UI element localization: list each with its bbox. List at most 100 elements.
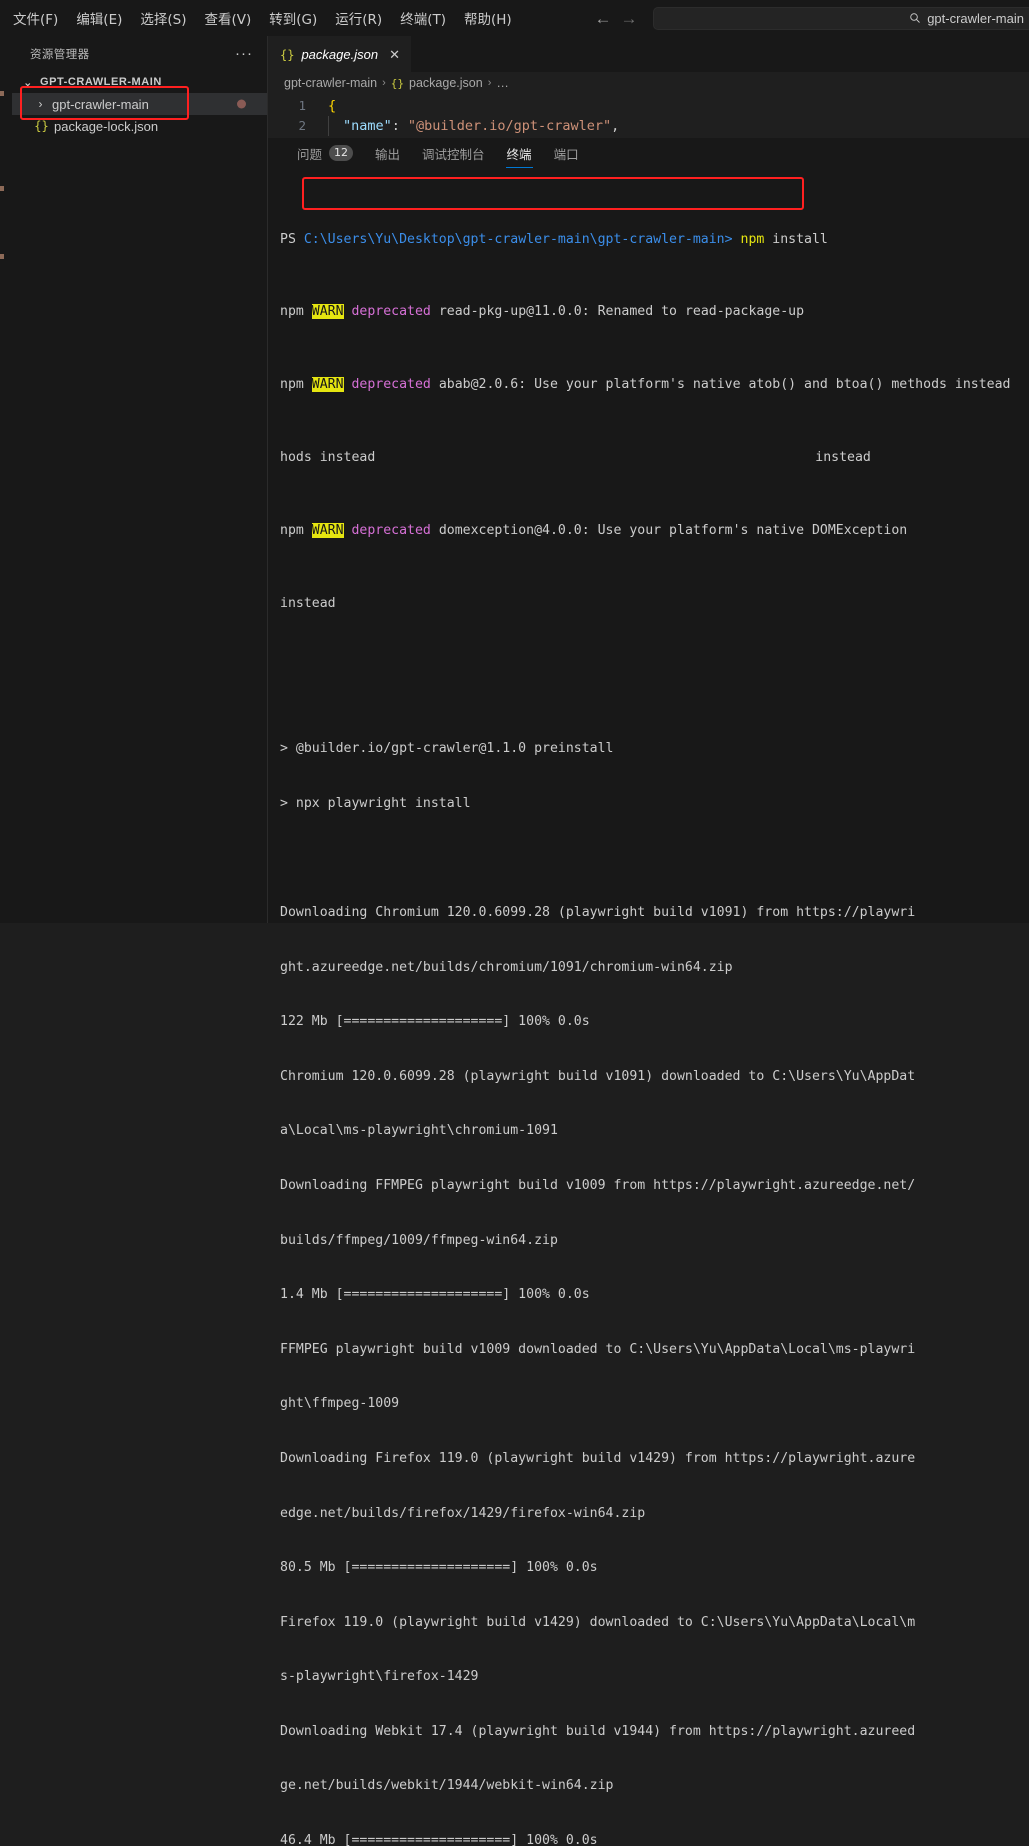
search-icon bbox=[910, 13, 921, 23]
menu-file[interactable]: 文件(F) bbox=[4, 5, 67, 31]
close-icon[interactable]: ✕ bbox=[389, 48, 400, 61]
tab-label: 端口 bbox=[553, 146, 579, 162]
menu-go[interactable]: 转到(G) bbox=[260, 5, 326, 31]
breadcrumb-more[interactable]: … bbox=[496, 76, 509, 90]
code-line: 2 "name" : "@builder.io/gpt-crawler" , bbox=[268, 116, 1029, 136]
terminal-command-line: PS C:\Users\Yu\Desktop\gpt-crawler-main\… bbox=[280, 231, 1029, 249]
menu-selection[interactable]: 选择(S) bbox=[131, 5, 195, 31]
warn-badge: WARN bbox=[311, 522, 344, 538]
menu-edit[interactable]: 编辑(E) bbox=[67, 5, 131, 31]
code-colon: : bbox=[391, 118, 400, 134]
terminal-line: ght\ffmpeg-1009 bbox=[280, 1396, 400, 1412]
code-value: "@builder.io/gpt-crawler" bbox=[407, 118, 612, 134]
terminal-line: > @builder.io/gpt-crawler@1.1.0 preinsta… bbox=[280, 741, 614, 757]
wrap-trailing-text: instead bbox=[815, 450, 871, 465]
tab-package-json[interactable]: {} package.json ✕ bbox=[268, 36, 411, 72]
tab-problems[interactable]: 问题 12 bbox=[286, 138, 364, 168]
terminal-line: builds/ffmpeg/1009/ffmpeg-win64.zip bbox=[280, 1232, 558, 1248]
wrap-text: instead bbox=[280, 595, 336, 611]
problems-count-badge: 12 bbox=[329, 145, 354, 161]
forward-arrow-icon[interactable]: → bbox=[616, 5, 642, 31]
npm-prefix: npm bbox=[280, 377, 312, 393]
back-arrow-icon[interactable]: ← bbox=[590, 5, 616, 31]
explorer-header: 资源管理器 ··· bbox=[12, 36, 267, 71]
activity-marker bbox=[0, 186, 4, 191]
tab-label: package.json bbox=[301, 47, 379, 62]
explorer-root-folder[interactable]: ⌄ GPT-CRAWLER-MAIN bbox=[12, 71, 267, 93]
activity-bar[interactable] bbox=[0, 36, 12, 923]
tab-ports[interactable]: 端口 bbox=[543, 138, 590, 168]
menu-terminal[interactable]: 终端(T) bbox=[391, 5, 455, 31]
prompt-path: C:\Users\Yu\Desktop\gpt-crawler-main\gpt… bbox=[303, 231, 741, 247]
terminal-output[interactable]: PS C:\Users\Yu\Desktop\gpt-crawler-main\… bbox=[268, 172, 1029, 1846]
code-line: 1 { bbox=[268, 96, 1029, 116]
terminal-line: > npx playwright install bbox=[280, 795, 471, 811]
terminal-line: ge.net/builds/webkit/1944/webkit-win64.z… bbox=[280, 1778, 614, 1794]
terminal-line: 1.4 Mb [====================] 100% 0.0s bbox=[280, 1287, 590, 1303]
breadcrumb-file[interactable]: package.json bbox=[409, 76, 483, 90]
terminal-line: Downloading FFMPEG playwright build v100… bbox=[280, 1177, 916, 1193]
bottom-panel: 问题 12 输出 调试控制台 终端 端口 PS C:\Users\Yu\Desk… bbox=[268, 138, 1029, 1846]
tab-label: 调试控制台 bbox=[422, 146, 485, 162]
breadcrumb-folder[interactable]: gpt-crawler-main bbox=[284, 76, 377, 90]
warn-badge: WARN bbox=[311, 304, 344, 320]
line-number: 1 bbox=[298, 98, 306, 113]
tab-bar-empty-space bbox=[410, 36, 1029, 72]
terminal-wrap-line: hods instead instead bbox=[280, 449, 1029, 467]
title-center-group: ← → gpt-crawler-main bbox=[590, 0, 1029, 36]
menu-view[interactable]: 查看(V) bbox=[196, 5, 261, 31]
code-key: "name" bbox=[343, 118, 392, 134]
tab-output[interactable]: 输出 bbox=[364, 138, 411, 168]
code-text: { bbox=[328, 98, 337, 114]
activity-marker bbox=[0, 254, 4, 259]
npm-prefix: npm bbox=[280, 304, 312, 320]
command-arg: install bbox=[764, 231, 828, 247]
terminal-warn-line: npm WARN deprecated abab@2.0.6: Use your… bbox=[280, 376, 1029, 394]
chevron-right-icon: › bbox=[38, 97, 43, 111]
panel-tab-bar: 问题 12 输出 调试控制台 终端 端口 bbox=[268, 138, 1029, 168]
wrap-text: hods instead bbox=[280, 450, 376, 465]
tab-label: 问题 bbox=[297, 146, 323, 162]
terminal-line: 80.5 Mb [====================] 100% 0.0s bbox=[280, 1560, 598, 1576]
terminal-line: edge.net/builds/firefox/1429/firefox-win… bbox=[280, 1505, 646, 1521]
root-folder-label: GPT-CRAWLER-MAIN bbox=[40, 76, 162, 88]
explorer-sidebar: 资源管理器 ··· ⌄ GPT-CRAWLER-MAIN › gpt-crawl… bbox=[12, 36, 268, 923]
command-center-search[interactable]: gpt-crawler-main bbox=[653, 6, 1029, 30]
terminal-line: ght.azureedge.net/builds/chromium/1091/c… bbox=[280, 959, 733, 975]
terminal-wrap-line: instead bbox=[280, 595, 1029, 613]
terminal-line: Firefox 119.0 (playwright build v1429) d… bbox=[280, 1614, 916, 1630]
tab-label: 输出 bbox=[375, 146, 401, 162]
tab-label: 终端 bbox=[506, 146, 532, 162]
terminal-warn-line: npm WARN deprecated read-pkg-up@11.0.0: … bbox=[280, 303, 1029, 321]
vscode-window: 文件(F) 编辑(E) 选择(S) 查看(V) 转到(G) 运行(R) 终端(T… bbox=[0, 0, 1029, 1846]
sidebar-item-package-lock-json[interactable]: {} package-lock.json bbox=[12, 115, 267, 137]
modified-indicator-dot bbox=[237, 99, 246, 109]
menu-help[interactable]: 帮助(H) bbox=[455, 5, 521, 31]
more-actions-icon[interactable]: ··· bbox=[235, 46, 253, 61]
terminal-line: s-playwright\firefox-1429 bbox=[280, 1669, 479, 1685]
terminal-line: 46.4 Mb [====================] 100% 0.0s bbox=[280, 1833, 598, 1846]
npm-prefix: npm bbox=[280, 522, 312, 538]
tab-terminal[interactable]: 终端 bbox=[496, 138, 543, 168]
sidebar-item-label: package-lock.json bbox=[54, 118, 159, 134]
chevron-down-icon: ⌄ bbox=[23, 76, 33, 89]
terminal-line: Downloading Webkit 17.4 (playwright buil… bbox=[280, 1723, 916, 1739]
warn-message: read-pkg-up@11.0.0: Renamed to read-pack… bbox=[438, 304, 805, 320]
activity-marker bbox=[0, 91, 4, 96]
menu-run[interactable]: 运行(R) bbox=[326, 5, 391, 31]
editor-tab-bar: {} package.json ✕ bbox=[268, 36, 1029, 72]
tab-debug-console[interactable]: 调试控制台 bbox=[411, 138, 496, 168]
chevron-right-icon: › bbox=[382, 77, 386, 89]
warn-message: abab@2.0.6: Use your platform's native a… bbox=[438, 377, 1011, 393]
terminal-line: 122 Mb [====================] 100% 0.0s bbox=[280, 1014, 590, 1030]
warn-badge: WARN bbox=[311, 377, 344, 393]
line-number: 2 bbox=[298, 118, 306, 133]
warn-message: domexception@4.0.0: Use your platform's … bbox=[438, 522, 908, 538]
menu-bar: 文件(F) 编辑(E) 选择(S) 查看(V) 转到(G) 运行(R) 终端(T… bbox=[4, 5, 521, 31]
prompt-prefix: PS bbox=[280, 231, 304, 247]
terminal-line: a\Local\ms-playwright\chromium-1091 bbox=[280, 1123, 558, 1139]
sidebar-item-gpt-crawler-main[interactable]: › gpt-crawler-main bbox=[12, 93, 267, 115]
code-editor[interactable]: 1 { 2 "name" : "@builder.io/gpt-crawler"… bbox=[268, 94, 1029, 136]
